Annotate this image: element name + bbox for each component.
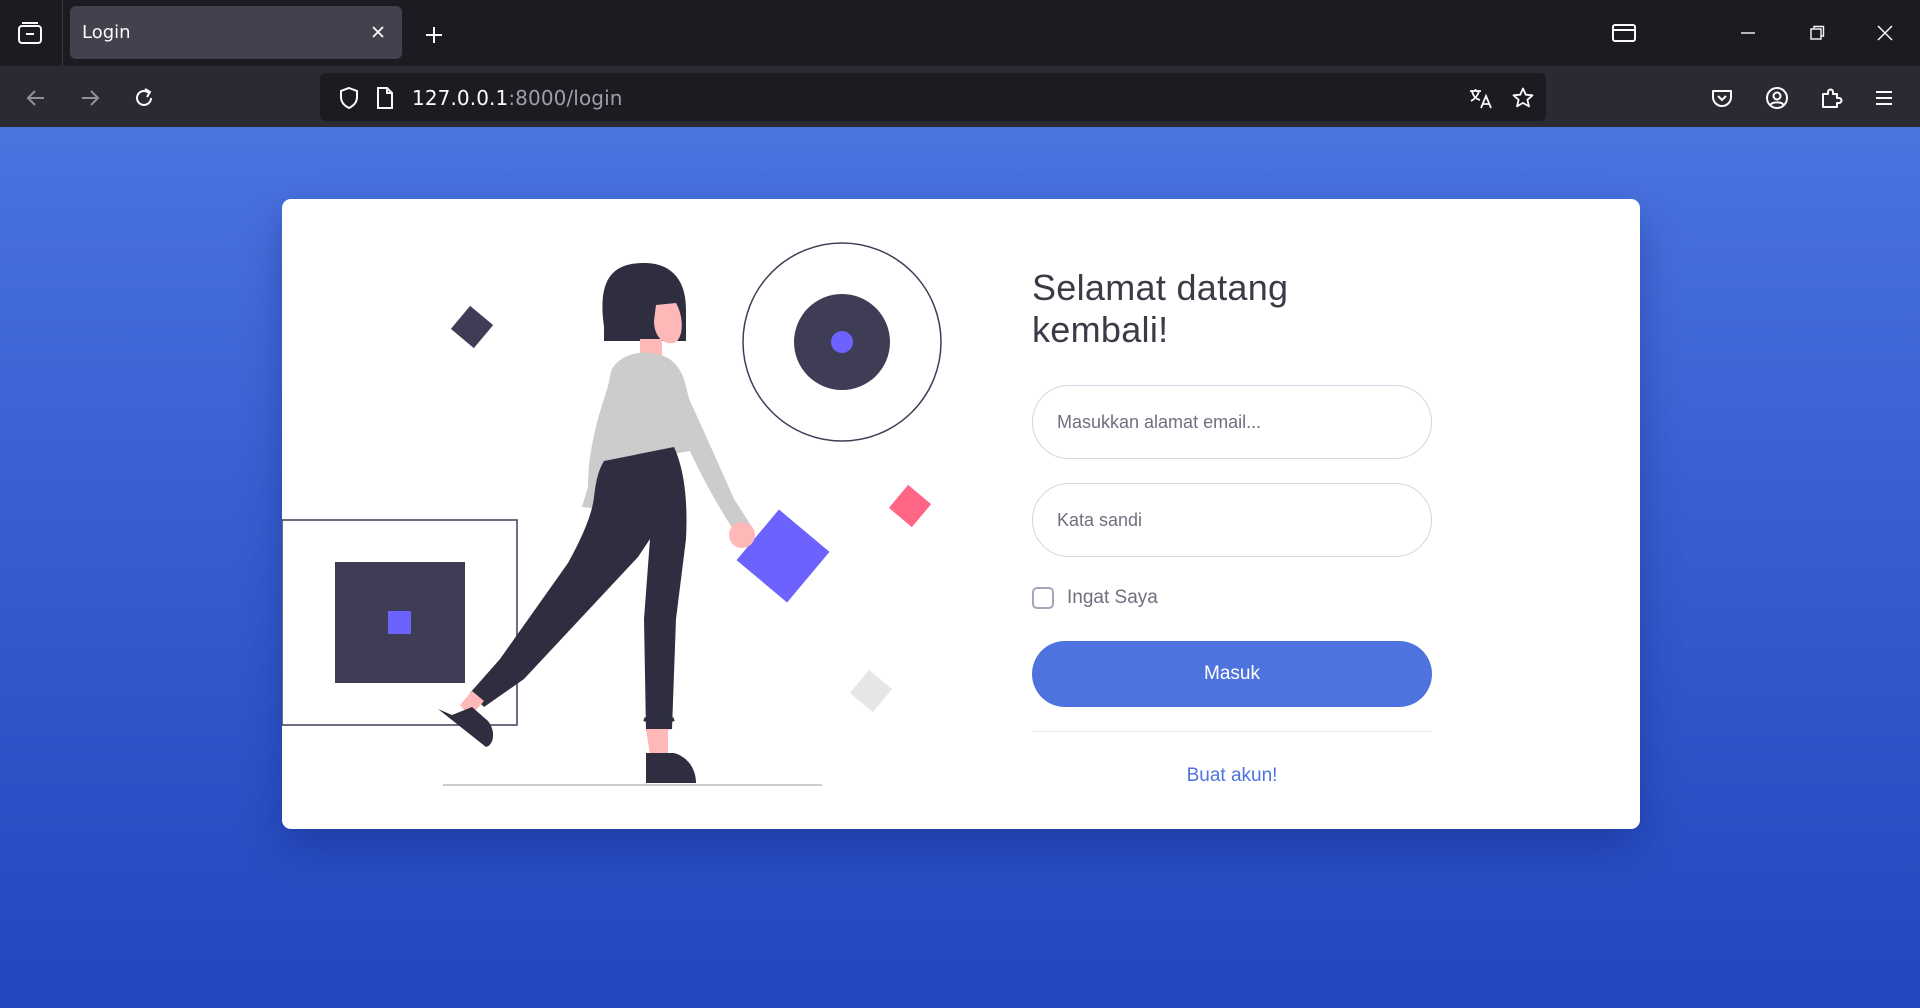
browser-nav-bar: 127.0.0.1:8000/login <box>0 66 1920 127</box>
password-input[interactable] <box>1032 483 1432 557</box>
hamburger-icon[interactable] <box>1866 80 1902 116</box>
tab-separator <box>62 0 63 66</box>
arrow-right-icon[interactable] <box>72 80 108 116</box>
active-tab[interactable]: Login <box>70 6 402 59</box>
login-form: Selamat datang kembali! Ingat Saya Masuk… <box>1032 267 1432 787</box>
close-icon[interactable] <box>366 20 390 44</box>
restore-icon[interactable] <box>1797 17 1837 49</box>
remember-me-row[interactable]: Ingat Saya <box>1032 587 1432 609</box>
translate-icon[interactable] <box>1468 85 1494 111</box>
url-path: :8000/login <box>508 86 623 110</box>
tab-title: Login <box>82 22 131 43</box>
browser-tab-bar: Login <box>0 0 1920 66</box>
remember-me-label[interactable]: Ingat Saya <box>1067 587 1158 609</box>
email-input[interactable] <box>1032 385 1432 459</box>
puzzle-icon[interactable] <box>1813 80 1849 116</box>
login-card: Selamat datang kembali! Ingat Saya Masuk… <box>282 199 1640 829</box>
login-button[interactable]: Masuk <box>1032 641 1432 707</box>
login-illustration <box>282 242 942 786</box>
welcome-heading: Selamat datang kembali! <box>1032 267 1289 350</box>
plus-icon[interactable] <box>418 19 450 51</box>
star-icon[interactable] <box>1510 85 1536 111</box>
walking-woman-figure <box>438 263 755 783</box>
pocket-icon[interactable] <box>1704 80 1740 116</box>
address-bar[interactable]: 127.0.0.1:8000/login <box>320 73 1546 121</box>
decor-grey-square <box>849 669 893 713</box>
reload-icon[interactable] <box>126 80 162 116</box>
minimize-icon[interactable] <box>1728 17 1768 49</box>
remember-me-checkbox[interactable] <box>1032 587 1054 609</box>
decor-pink-square <box>888 484 932 528</box>
close-window-icon[interactable] <box>1865 17 1905 49</box>
register-link[interactable]: Buat akun! <box>1032 765 1432 787</box>
arrow-left-icon[interactable] <box>18 80 54 116</box>
account-icon[interactable] <box>1759 80 1795 116</box>
page-background: Selamat datang kembali! Ingat Saya Masuk… <box>0 127 1920 1008</box>
shield-icon[interactable] <box>336 85 362 111</box>
url-host: 127.0.0.1 <box>412 86 509 110</box>
tab-manager-icon[interactable] <box>12 17 48 49</box>
decor-dark-square <box>450 305 494 349</box>
url-text[interactable]: 127.0.0.1:8000/login <box>412 86 623 110</box>
form-divider <box>1032 731 1432 732</box>
target-circle <box>742 242 942 442</box>
window-list-icon[interactable] <box>1604 17 1644 49</box>
decor-purple-square <box>736 509 830 603</box>
page-icon[interactable] <box>372 85 398 111</box>
